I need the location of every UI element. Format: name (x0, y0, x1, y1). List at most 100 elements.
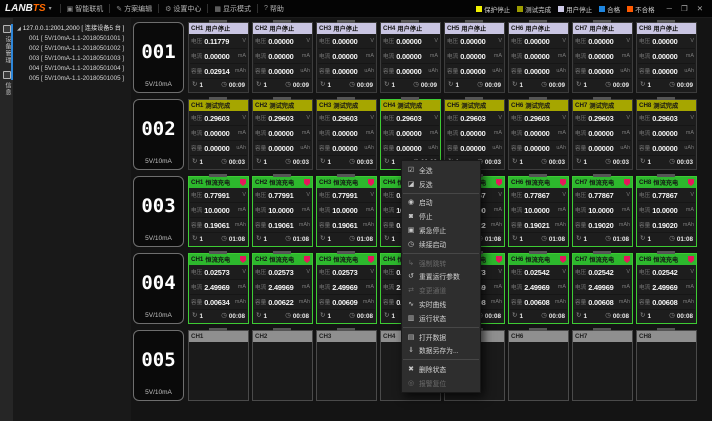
close-button[interactable]: ✕ (697, 4, 703, 13)
context-menu-item[interactable]: ↺重置运行参数 (402, 270, 480, 284)
channel-panel[interactable]: CH1 (188, 330, 249, 401)
start-icon: ◉ (407, 198, 415, 206)
channel-panel[interactable]: CH6恒流充电电压0.77867V电流10.0000mA容量0.19021mAh… (508, 176, 569, 247)
channel-panel[interactable]: CH2 (252, 330, 313, 401)
menu-设置中心[interactable]: ⚙设置中心 (162, 4, 204, 14)
tree-expander-icon[interactable]: ◢ (17, 24, 21, 34)
clock-icon: ◷ (413, 82, 419, 89)
context-menu-item[interactable]: ☑全选 (402, 163, 480, 177)
minimize-button[interactable]: ─ (667, 4, 672, 13)
channel-panel[interactable]: CH6用户停止电压0.00000V电流0.00000mA容量0.00000uAh… (508, 22, 569, 93)
context-menu-item[interactable]: ∿实时曲线 (402, 297, 480, 311)
tree-device-item[interactable]: 003 [ 5V/10mA-1.1-20180501003 ] (13, 54, 131, 64)
field-label: 容量 (575, 144, 586, 152)
channel-panel[interactable]: CH8恒流充电电压0.77867V电流10.0000mA容量0.19020mAh… (636, 176, 697, 247)
context-menu-item[interactable]: ◉启动 (402, 196, 480, 210)
channel-panel[interactable]: CH2恒流充电电压0.77991V电流10.0000mA容量0.19061mAh… (252, 176, 313, 247)
channel-panel[interactable]: CH1恒流充电电压0.02573V电流2.49969mA容量0.00634mAh… (188, 253, 249, 324)
context-menu-item[interactable]: ▤打开数据 (402, 330, 480, 344)
channel-panel[interactable]: CH2恒流充电电压0.02573V电流2.49969mA容量0.00622mAh… (252, 253, 313, 324)
elapsed-time: ◷00:09 (413, 82, 437, 89)
channel-panel[interactable]: CH7恒流充电电压0.77867V电流10.0000mA容量0.19020mAh… (572, 176, 633, 247)
device-card[interactable]: 0025V/10mA (133, 99, 184, 170)
field-label: 容量 (511, 67, 522, 75)
channel-panel[interactable]: CH7用户停止电压0.00000V电流0.00000mA容量0.00000uAh… (572, 22, 633, 93)
channel-panel[interactable]: CH5用户停止电压0.00000V电流0.00000mA容量0.00000uAh… (444, 22, 505, 93)
field-current: 电流10.0000mA (318, 203, 375, 218)
field-unit: V (242, 38, 246, 44)
field-value: 0.00000 (588, 129, 613, 138)
field-value: 0.00000 (396, 144, 421, 153)
context-menu-item[interactable]: ✖删除状态 (402, 362, 480, 376)
loop-count: 1 (583, 82, 587, 89)
channel-panel[interactable]: CH1测试完成电压0.29603V电流0.00000mA容量0.00000uAh… (188, 99, 249, 170)
field-current: 电流10.0000mA (254, 203, 311, 218)
channel-panel[interactable]: CH3恒流充电电压0.02573V电流2.49969mA容量0.00609mAh… (316, 253, 377, 324)
field-value: 0.29603 (204, 114, 229, 123)
channel-panel[interactable]: CH8测试完成电压0.29603V电流0.00000mA容量0.00000uAh… (636, 99, 697, 170)
channel-footer: ↻1◷00:09 (253, 79, 312, 91)
clock-icon: ◷ (605, 159, 611, 166)
menu-帮助[interactable]: ?帮助 (261, 4, 287, 14)
channel-panel[interactable]: CH2测试完成电压0.29603V电流0.00000mA容量0.00000uAh… (252, 99, 313, 170)
field-label: 电压 (319, 37, 330, 45)
device-card[interactable]: 0055V/10mA (133, 330, 184, 401)
legend-label: 不合格 (635, 4, 655, 14)
tree-device-item[interactable]: 001 [ 5V/10mA-1.1-20180501001 ] (13, 34, 131, 44)
channel-panel[interactable]: CH8用户停止电压0.00000V电流0.00000mA容量0.00000uAh… (636, 22, 697, 93)
elapsed-time: ◷01:08 (221, 236, 245, 243)
context-menu-item[interactable]: ◙停止 (402, 209, 480, 223)
channel-panel[interactable]: CH1恒流充电电压0.77991V电流10.0000mA容量0.19061mAh… (188, 176, 249, 247)
channel-panel[interactable]: CH4用户停止电压0.00000V电流0.00000mA容量0.00000uAh… (380, 22, 441, 93)
channel-panel[interactable]: CH3用户停止电压0.00000V电流0.00000mA容量0.00000uAh… (316, 22, 377, 93)
field-unit: uAh (684, 68, 694, 74)
field-unit: V (242, 115, 246, 121)
device-card[interactable]: 0045V/10mA (133, 253, 184, 324)
context-menu-item[interactable]: ◷续接启动 (402, 237, 480, 251)
tree-device-item[interactable]: 004 [ 5V/10mA-1.1-20180501004 ] (13, 64, 131, 74)
clock-icon: ◷ (669, 236, 675, 243)
menu-显示模式[interactable]: ▦显示模式 (211, 4, 254, 14)
loop-count: 1 (327, 159, 331, 166)
context-menu-item[interactable]: ▣紧急停止 (402, 223, 480, 237)
clock-icon: ◷ (349, 236, 355, 243)
device-number-display: 002 (141, 100, 175, 158)
field-value: 2.49969 (268, 283, 293, 292)
menu-方案编辑[interactable]: ✎方案编辑 (113, 4, 155, 14)
maximize-button[interactable]: ❐ (681, 4, 688, 13)
field-voltage: 电压0.29603V (446, 111, 503, 126)
channel-panel[interactable]: CH7测试完成电压0.29603V电流0.00000mA容量0.00000uAh… (572, 99, 633, 170)
context-menu-label: 强制跳转 (419, 258, 446, 268)
channel-panel[interactable]: CH6 (508, 330, 569, 401)
channel-panel[interactable]: CH6恒流充电电压0.02542V电流2.49969mA容量0.00608mAh… (508, 253, 569, 324)
channel-panel[interactable]: CH3 (316, 330, 377, 401)
context-menu-item[interactable]: ◪反选 (402, 177, 480, 191)
context-menu-item[interactable]: ⇓数据另存为... (402, 344, 480, 358)
channel-panel[interactable]: CH8恒流充电电压0.02542V电流2.49969mA容量0.00608mAh… (636, 253, 697, 324)
context-menu-label: 反选 (419, 179, 433, 189)
channel-panel[interactable]: CH3恒流充电电压0.77991V电流10.0000mA容量0.19061mAh… (316, 176, 377, 247)
channel-panel[interactable]: CH3测试完成电压0.29603V电流0.00000mA容量0.00000uAh… (316, 99, 377, 170)
tree-device-item[interactable]: 005 [ 5V/10mA-1.1-20180501005 ] (13, 74, 131, 84)
device-card[interactable]: 0015V/10mA (133, 22, 184, 93)
channel-status: 用户停止 (397, 24, 422, 33)
field-unit: mA (366, 207, 374, 213)
field-value: 0.00608 (524, 298, 549, 307)
channel-panel[interactable]: CH7 (572, 330, 633, 401)
tree-device-item[interactable]: 002 [ 5V/10mA-1.1-20180501002 ] (13, 44, 131, 54)
tree-root-node[interactable]: ◢ 127.0.0.1:2001,2000 [ 连接设备5 台 ] (13, 24, 131, 34)
clock-icon: ◷ (221, 313, 227, 320)
channel-panel[interactable]: CH8 (636, 330, 697, 401)
channel-panel[interactable]: CH6测试完成电压0.29603V电流0.00000mA容量0.00000uAh… (508, 99, 569, 170)
field-label: 电流 (639, 52, 650, 60)
channel-header: CH3恒流充电 (317, 177, 376, 188)
context-menu-item[interactable]: ▥运行状态 (402, 311, 480, 325)
channel-panel[interactable]: CH1用户停止电压0.11779V电流0.00000mA容量0.02914mAh… (188, 22, 249, 93)
elapsed-time: ◷01:08 (605, 236, 629, 243)
chevron-down-icon[interactable]: ▾ (49, 5, 52, 12)
menu-智能联机[interactable]: ▣智能联机 (64, 4, 107, 14)
channel-panel[interactable]: CH7恒流充电电压0.02542V电流2.49969mA容量0.00608mAh… (572, 253, 633, 324)
device-card[interactable]: 0035V/10mA (133, 176, 184, 247)
clock-icon: ◷ (285, 313, 291, 320)
channel-panel[interactable]: CH2用户停止电压0.00000V电流0.00000mA容量0.00000uAh… (252, 22, 313, 93)
